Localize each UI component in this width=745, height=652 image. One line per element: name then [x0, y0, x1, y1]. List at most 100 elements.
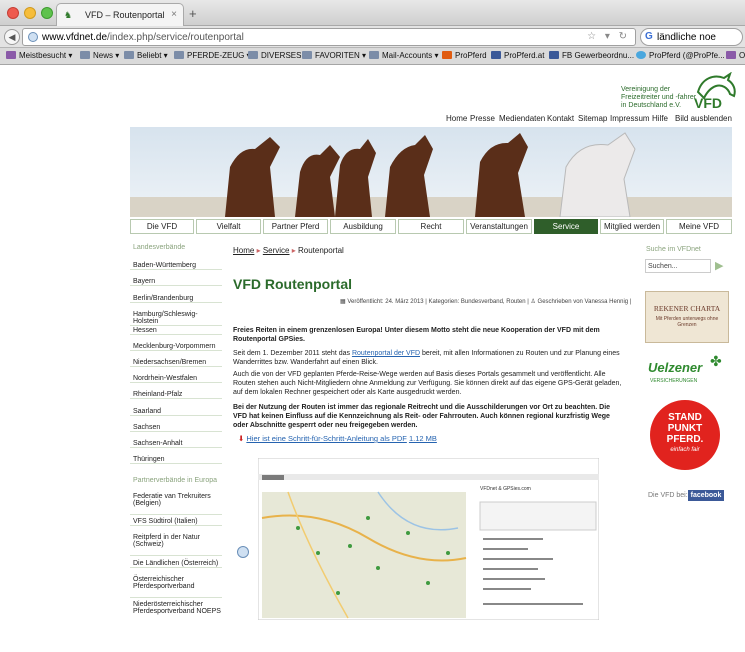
sidebar-item[interactable]: VFS Südtirol (Italien) [130, 518, 222, 526]
screenshot-caption: VFDnet & GPSies.com [480, 486, 531, 492]
url-bar[interactable]: www.vfdnet.de/index.php/service/routenpo… [22, 28, 636, 46]
url-host: www.vfdnet.de [42, 32, 108, 43]
facebook-button[interactable]: facebook [688, 490, 724, 501]
article-paragraph-2: Auch die von der VFD geplanten Pferde-Re… [233, 371, 622, 396]
bookmark-star-icon[interactable]: ☆ ▾ ↻ [587, 31, 630, 42]
sidebar-item[interactable]: Berlin/Brandenburg [130, 295, 222, 303]
logo-mark: VFD [694, 95, 722, 111]
sidebar-item[interactable]: Saarland [130, 408, 222, 416]
sidebar-item[interactable]: Baden-Württemberg [130, 262, 222, 270]
sidebar-item[interactable]: Reitpferd in der Natur (Schweiz) [130, 534, 222, 556]
topnav-home[interactable]: Home [446, 114, 467, 123]
article-meta: ▦ Veröffentlicht: 24. März 2013 | Katego… [340, 299, 632, 305]
bookmarks-bar: Meistbesucht ▾ News ▾ Beliebt ▾ PFERDE-Z… [0, 48, 745, 65]
back-icon[interactable]: ◀ [4, 29, 20, 45]
sidebar-item[interactable]: Niedersachsen/Bremen [130, 359, 222, 367]
nav-recht[interactable]: Recht [398, 219, 464, 234]
nav-vielfalt[interactable]: Vielfalt [196, 219, 261, 234]
bookmark-item[interactable]: ProPferd.at [491, 51, 544, 60]
facebook-icon [549, 51, 559, 59]
horse-favicon-icon: ♞ [64, 10, 73, 20]
topnav-kontakt[interactable]: Kontakt [547, 114, 574, 123]
nav-die-vfd[interactable]: Die VFD [130, 219, 194, 234]
pdf-link[interactable]: Hier ist eine Schritt-für-Schritt-Anleit… [246, 434, 406, 443]
pdf-download: ⬇ Hier ist eine Schritt-für-Schritt-Anle… [238, 434, 437, 443]
breadcrumb-service[interactable]: Service [263, 246, 290, 255]
sidebar-item[interactable]: Sachsen [130, 424, 222, 432]
browser-titlebar: ♞ VFD – Routenportal × + [0, 0, 745, 26]
topnav-bild-ausblenden[interactable]: Bild ausblenden [675, 114, 732, 123]
browser-toolbar: ◀ www.vfdnet.de/index.php/service/routen… [0, 26, 745, 48]
article-paragraph-1: Seit dem 1. Dezember 2011 steht das Rout… [233, 350, 620, 366]
globe-icon [28, 32, 38, 42]
sidebar-item[interactable]: Federatie van Trekruiters (Belgien) [130, 493, 222, 515]
bookmark-item[interactable]: News ▾ [80, 51, 119, 60]
bookmark-item[interactable]: PFERDE-ZEUG ▾ [174, 51, 251, 60]
browser-search-value: ländliche noe [657, 32, 716, 43]
bookmark-folder-icon [6, 51, 16, 59]
sidebar-item[interactable]: Niederösterreichischer Pferdesportverban… [130, 601, 222, 623]
search-heading: Suche im VFDnet [646, 246, 701, 253]
bookmark-item[interactable]: Mail-Accounts ▾ [369, 51, 438, 60]
sidebar-item[interactable]: Hamburg/Schleswig-Holstein [130, 311, 222, 326]
topnav-presse[interactable]: Presse [470, 114, 495, 123]
sidebar-item[interactable]: Nordrhein-Westfalen [130, 375, 222, 383]
bookmark-item[interactable]: DIVERSES ▾ [248, 51, 308, 60]
ad-uelzener[interactable]: Uelzener ✤ VERSICHERUNGEN [648, 353, 730, 388]
bookmark-item[interactable]: ProPferd (@ProPfe... [636, 51, 725, 60]
topnav-mediendaten[interactable]: Mediendaten [499, 114, 545, 123]
sidebar-item[interactable]: Rheinland-Pfalz [130, 391, 222, 399]
nav-mitglied-werden[interactable]: Mitglied werden [600, 219, 664, 234]
bookmark-item[interactable]: Of [726, 51, 745, 60]
topnav-impressum[interactable]: Impressum [610, 114, 650, 123]
nav-veranstaltungen[interactable]: Veranstaltungen [466, 219, 532, 234]
bookmark-item[interactable]: FB Gewerbeordnu... [549, 51, 634, 60]
new-tab-icon[interactable]: + [189, 6, 197, 21]
breadcrumb-current: Routenportal [298, 246, 344, 255]
browser-tab[interactable]: ♞ VFD – Routenportal × [56, 3, 184, 26]
gpsies-screenshot-image[interactable]: VFDnet & GPSies.com [258, 458, 599, 620]
url-path: /index.php/service/routenportal [107, 32, 244, 43]
routenportal-link[interactable]: Routenportal der VFD [352, 350, 420, 357]
bookmark-item[interactable]: Beliebt ▾ [124, 51, 168, 60]
main-navigation: Die VFD Vielfalt Partner Pferd Ausbildun… [130, 219, 732, 235]
nav-ausbildung[interactable]: Ausbildung [330, 219, 396, 234]
author-icon: ♙ [530, 299, 538, 305]
sidebar-heading-landesverbaende: Landesverbände [133, 244, 186, 251]
close-window-button[interactable] [7, 7, 19, 19]
site-search-input[interactable]: Suchen... [645, 259, 711, 273]
ad-standpunkt-pferd[interactable]: STAND PUNKT PFERD. einfach fair [650, 400, 720, 470]
nav-meine-vfd[interactable]: Meine VFD [666, 219, 732, 234]
sidebar-item[interactable]: Hessen [130, 327, 222, 335]
bookmark-folder-icon [174, 51, 184, 59]
zoom-window-button[interactable] [41, 7, 53, 19]
search-submit-icon[interactable]: ▶ [715, 259, 723, 272]
sidebar-item[interactable]: Bayern [130, 278, 222, 286]
topnav-hilfe[interactable]: Hilfe [652, 114, 668, 123]
vfd-logo[interactable]: VFD [690, 72, 740, 112]
bookmark-item[interactable]: ProPferd [442, 51, 487, 60]
bookmark-item[interactable]: FAVORITEN ▾ [302, 51, 366, 60]
ad-rekener-charta[interactable]: REKENER CHARTA Mit Pferden unterwegs ohn… [645, 291, 729, 343]
sidebar-item[interactable]: Thüringen [130, 456, 222, 464]
sidebar-item[interactable]: Die Ländlichen (Österreich) [130, 560, 222, 568]
nav-partner-pferd[interactable]: Partner Pferd [263, 219, 328, 234]
breadcrumb-home[interactable]: Home [233, 246, 254, 255]
hero-horses-image [130, 127, 732, 217]
sidebar-item[interactable]: Österreichischer Pferdesportverband [130, 576, 222, 598]
sidebar-item[interactable]: Mecklenburg-Vorpommern [130, 343, 222, 351]
article-paragraph-3: Bei der Nutzung der Routen ist immer das… [233, 404, 611, 429]
bookmark-item[interactable]: Meistbesucht ▾ [6, 51, 72, 60]
bookmark-folder-icon [302, 51, 312, 59]
minimize-window-button[interactable] [24, 7, 36, 19]
close-tab-icon[interactable]: × [171, 9, 177, 20]
site-logo-text: Vereinigung der Freizeitreiter und -fahr… [621, 86, 697, 109]
twitter-icon [636, 51, 646, 59]
sidebar-item[interactable]: Sachsen-Anhalt [130, 440, 222, 448]
nav-service[interactable]: Service [534, 219, 598, 234]
pdf-size[interactable]: 1.12 MB [409, 434, 437, 443]
facebook-icon [491, 51, 501, 59]
topnav-sitemap[interactable]: Sitemap [578, 114, 607, 123]
tab-title: VFD – Routenportal [85, 10, 165, 20]
browser-search-field[interactable]: G ländliche noe [640, 28, 743, 46]
